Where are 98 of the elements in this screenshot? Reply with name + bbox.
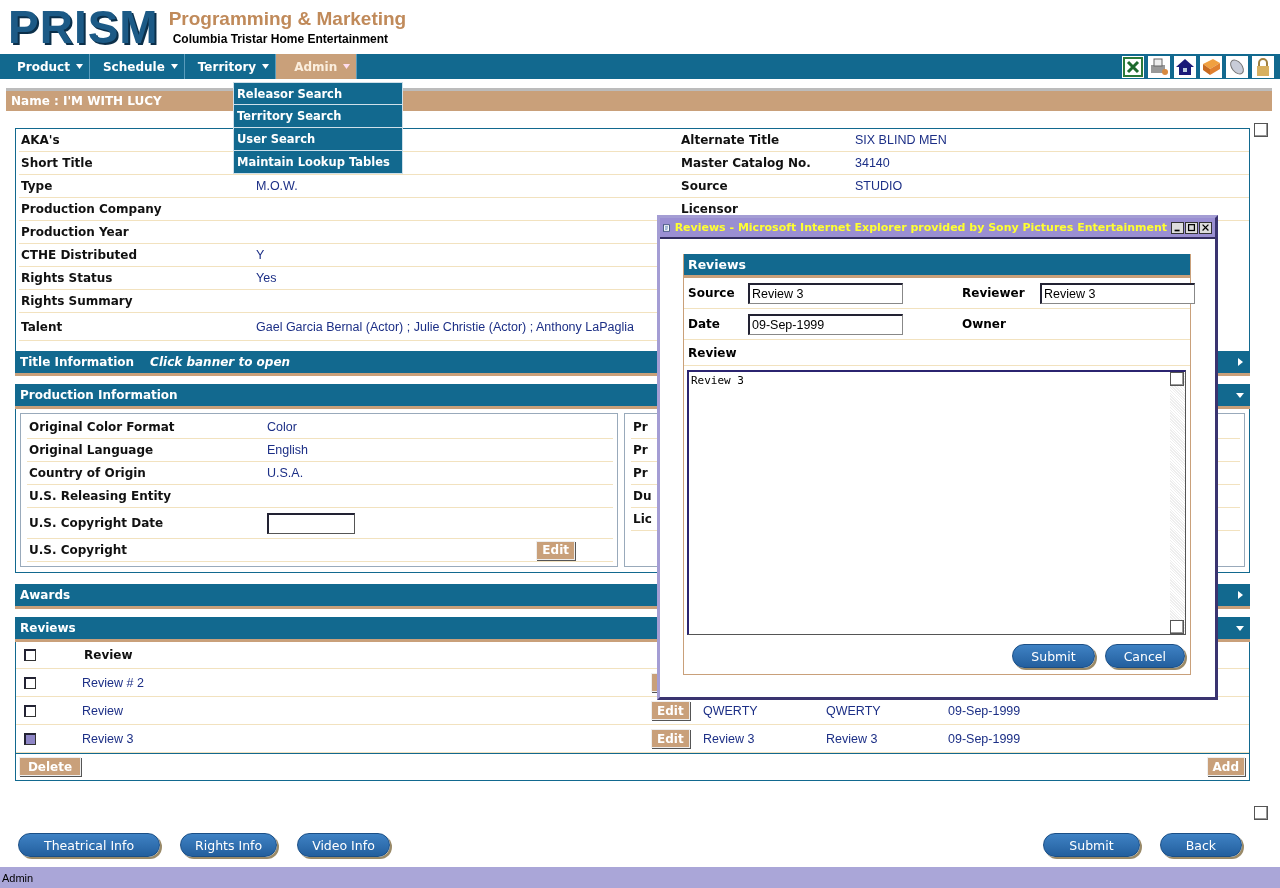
logo-text: PRISM [8, 4, 159, 50]
field-label: Country of Origin [29, 466, 146, 480]
status-bar: Admin [0, 866, 1280, 888]
dropdown-item[interactable]: Territory Search [233, 105, 403, 128]
field-value: Y [256, 248, 265, 262]
field-label: CTHE Distributed [21, 248, 137, 262]
field-label: Original Color Format [29, 420, 175, 434]
field-label: Original Language [29, 443, 154, 457]
review-link[interactable]: Review [82, 703, 123, 718]
field-label: Pr [633, 420, 648, 434]
field-label: Du [633, 489, 652, 503]
review-link[interactable]: Review # 2 [82, 675, 144, 690]
close-icon[interactable] [1199, 221, 1212, 234]
panel-title: Reviews [684, 254, 1190, 278]
dropdown-item[interactable]: Maintain Lookup Tables [233, 151, 403, 174]
field-value: English [267, 443, 308, 457]
scroll-down-icon[interactable] [1254, 806, 1268, 820]
caret-icon [262, 64, 270, 69]
copyright-date-field[interactable] [267, 512, 355, 534]
table-cell: Review 3 [703, 731, 755, 746]
collapse-arrow-icon[interactable] [1236, 391, 1244, 399]
table-cell: 09-Sep-1999 [948, 703, 1021, 718]
submit-button[interactable]: Submit [1012, 644, 1095, 668]
maximize-icon[interactable] [1185, 221, 1198, 234]
dropdown-item[interactable]: Releasor Search [233, 82, 403, 105]
nav-button[interactable]: Video Info [297, 833, 390, 857]
caret-icon [343, 64, 351, 69]
collapse-arrow-icon[interactable] [1236, 624, 1244, 632]
field-value: 34140 [855, 156, 890, 170]
field-label: Date [688, 317, 721, 331]
expand-arrow-icon[interactable] [1236, 358, 1244, 366]
cancel-button[interactable]: Cancel [1104, 644, 1185, 668]
padlock-icon[interactable] [1252, 55, 1274, 78]
field-label: Source [688, 286, 736, 300]
menu-item[interactable]: Product [4, 54, 90, 79]
nav-button[interactable]: Rights Info [180, 833, 278, 857]
reviewer-field[interactable]: Review 3 [1040, 282, 1195, 304]
field-label: Type [21, 179, 53, 193]
checkbox[interactable] [24, 676, 36, 689]
checkbox[interactable] [24, 704, 36, 717]
checkbox[interactable] [24, 649, 36, 661]
menu-item[interactable]: Schedule [89, 54, 185, 79]
field-label: Reviewer [962, 286, 1026, 300]
field-label: Owner [962, 317, 1007, 331]
checkbox[interactable] [24, 732, 36, 745]
spreadsheet-icon[interactable] [1122, 55, 1144, 78]
field-label: Pr [633, 443, 648, 457]
printer-icon[interactable] [1148, 55, 1170, 78]
table-cell: QWERTY [826, 703, 881, 718]
nav-button[interactable]: Theatrical Info [18, 833, 161, 857]
field-label: Licensor [681, 202, 738, 216]
field-value: Gael Garcia Bernal (Actor) ; Julie Christie (Actor) ; Anthony LaPaglia [256, 319, 634, 334]
field-value: Color [267, 420, 297, 434]
table-cell: 09-Sep-1999 [948, 731, 1021, 746]
field-value: U.S.A. [267, 466, 304, 480]
back-button[interactable]: Back [1159, 833, 1242, 857]
table-cell: Review 3 [826, 731, 878, 746]
field-value: Yes [256, 271, 277, 285]
table-cell: QWERTY [703, 703, 758, 718]
scroll-up-icon[interactable] [1254, 123, 1268, 137]
caret-icon [170, 64, 178, 69]
field-label: Alternate Title [681, 133, 780, 147]
section-title: Production Information [20, 388, 178, 402]
field-value: M.O.W. [256, 179, 298, 193]
page-icon [663, 221, 671, 234]
window-title: Reviews - Microsoft Internet Explorer provided by Sony Pictures Entertainment [674, 221, 1167, 234]
field-label: Rights Status [21, 271, 113, 285]
source-field[interactable]: Review 3 [748, 282, 903, 304]
field-label: Pr [633, 466, 648, 480]
caret-icon [75, 64, 83, 69]
section-title: Title Information [20, 355, 135, 369]
date-field[interactable]: 09-Sep-1999 [748, 313, 903, 335]
app-subtitle: Columbia Tristar Home Entertainment [171, 32, 390, 46]
field-label: U.S. Copyright Date [29, 516, 164, 530]
field-label: Master Catalog No. [681, 156, 811, 170]
house-icon[interactable] [1174, 55, 1196, 78]
field-label: Production Year [21, 225, 129, 239]
field-label: Rights Summary [21, 294, 133, 308]
submit-button[interactable]: Submit [1043, 833, 1140, 857]
field-label: U.S. Releasing Entity [29, 489, 172, 503]
section-title: Reviews [20, 621, 76, 635]
field-value: STUDIO [855, 179, 903, 193]
field-value: SIX BLIND MEN [855, 133, 947, 147]
section-title: Awards [20, 588, 71, 602]
field-label: Short Title [21, 156, 93, 170]
review-link[interactable]: Review 3 [82, 731, 134, 746]
app-title: Programming & Marketing [168, 8, 407, 30]
field-label: Talent [21, 319, 63, 334]
section-hint: Click banner to open [150, 355, 291, 369]
field-label: U.S. Copyright [29, 543, 128, 557]
field-label: Lic [633, 512, 652, 526]
field-label: Source [681, 179, 728, 193]
minimize-icon[interactable] [1171, 221, 1184, 234]
field-label: Production Company [21, 202, 162, 216]
column-header: Review [83, 647, 133, 664]
field-label: AKA's [21, 133, 60, 147]
expand-arrow-icon[interactable] [1236, 591, 1244, 599]
dropdown-item[interactable]: User Search [233, 128, 403, 151]
